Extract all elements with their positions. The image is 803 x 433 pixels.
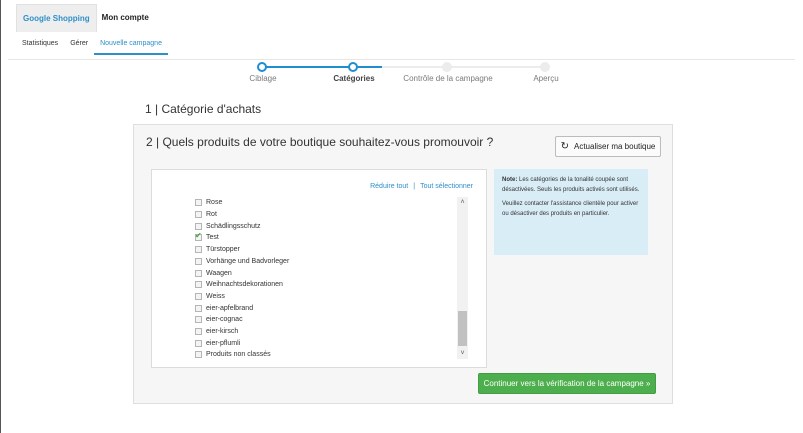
category-label: Vorhänge und Badvorleger <box>206 257 290 265</box>
category-checkbox[interactable] <box>195 281 202 289</box>
list-item[interactable]: eier-apfelbrand <box>195 302 253 314</box>
select-all-link[interactable]: Tout sélectionner <box>420 183 473 190</box>
category-checkbox[interactable] <box>195 339 202 347</box>
list-item[interactable]: Waagen <box>195 267 232 279</box>
refresh-icon: ↻ <box>560 140 569 152</box>
list-item[interactable]: eier-kirsch <box>195 326 238 338</box>
note-lead: Note: <box>502 177 518 183</box>
category-label: Test <box>206 234 219 242</box>
step-connector-1 <box>262 66 382 68</box>
list-item[interactable]: Rose <box>195 197 222 209</box>
section-title-categorie[interactable]: 1 | Catégorie d'achats <box>145 102 261 116</box>
scroll-up-icon[interactable]: ˄ <box>457 197 468 208</box>
list-item[interactable]: Vorhänge und Badvorleger <box>195 256 289 268</box>
note-text-1: Les catégories de la tonalité coupée son… <box>502 177 640 193</box>
step-dot <box>540 62 550 72</box>
category-label: Rose <box>206 199 223 207</box>
category-checkbox[interactable] <box>195 316 202 324</box>
window-edge <box>0 0 1 433</box>
category-label: eier-kirsch <box>206 328 239 336</box>
list-item[interactable]: Rot <box>195 209 217 221</box>
category-checkbox[interactable] <box>195 351 202 359</box>
category-checkbox[interactable] <box>195 269 202 277</box>
category-checkbox[interactable] <box>195 199 202 207</box>
nav-gerer[interactable]: Gérer <box>64 38 94 55</box>
step-dot <box>348 62 358 72</box>
list-item[interactable]: eier-cognac <box>195 314 243 326</box>
list-item[interactable]: Schädlingsschutz <box>195 220 260 232</box>
category-label: Produits non classés <box>206 351 271 359</box>
category-label: eier-cognac <box>206 316 243 324</box>
nav-divider <box>8 59 795 60</box>
products-panel: 2 | Quels produits de votre boutique sou… <box>133 124 673 404</box>
nav-statistiques[interactable]: Statistiques <box>16 38 64 55</box>
category-checkbox[interactable] <box>195 328 202 336</box>
wizard-steps: Ciblage Catégories Contrôle de la campag… <box>206 62 596 88</box>
category-label: Weihnachtsdekorationen <box>206 281 283 289</box>
category-label: Schädlingsschutz <box>206 222 261 230</box>
refresh-shop-button[interactable]: ↻ Actualiser ma boutique <box>555 136 661 157</box>
tab-google-shopping[interactable]: Google Shopping <box>16 4 97 32</box>
step-dot <box>257 62 267 72</box>
note-paragraph-2: Veuillez contacter l'assistance clientèl… <box>502 201 639 217</box>
list-item[interactable]: Produits non classés <box>195 349 271 359</box>
category-checkbox[interactable] <box>195 257 202 265</box>
collapse-all-link[interactable]: Réduire tout <box>370 183 408 190</box>
category-checkbox-checked[interactable] <box>195 231 202 242</box>
category-label: eier-pflumli <box>206 339 241 347</box>
list-item[interactable]: Weiss <box>195 291 225 303</box>
category-list[interactable]: Rose Rot Schädlingsschutz Test Türstoppe… <box>167 197 471 359</box>
category-checkbox[interactable] <box>195 292 202 300</box>
category-checkbox[interactable] <box>195 211 202 219</box>
note-paragraph-1: Note: Les catégories de la tonalité coup… <box>502 176 640 195</box>
category-label: Rot <box>206 211 217 219</box>
category-checkbox[interactable] <box>195 246 202 254</box>
category-checkbox[interactable] <box>195 304 202 312</box>
list-item[interactable]: Weihnachtsdekorationen <box>195 279 283 291</box>
continue-button[interactable]: Continuer vers la vérification de la cam… <box>478 373 656 394</box>
category-label: eier-apfelbrand <box>206 304 254 312</box>
step-label: Aperçu <box>533 74 559 83</box>
nav-nouvelle-campagne[interactable]: Nouvelle campagne <box>94 38 168 55</box>
tab-mon-compte[interactable]: Mon compte <box>97 4 155 32</box>
scroll-thumb[interactable] <box>458 311 467 346</box>
section-title-products: 2 | Quels produits de votre boutique sou… <box>146 135 494 149</box>
category-checkbox[interactable] <box>195 222 202 230</box>
list-item[interactable]: Test <box>195 231 219 244</box>
tree-actions: Réduire tout | Tout sélectionner <box>370 183 473 190</box>
list-item[interactable]: eier-pflumli <box>195 337 240 349</box>
step-dot <box>442 62 452 72</box>
scroll-down-icon[interactable]: ˅ <box>457 348 468 359</box>
top-tabs: Google Shopping Mon compte <box>16 4 155 32</box>
category-label: Türstopper <box>206 246 240 254</box>
list-item[interactable]: Türstopper <box>195 244 240 256</box>
category-label: Waagen <box>206 269 232 277</box>
actions-separator: | <box>413 183 416 190</box>
refresh-shop-label: Actualiser ma boutique <box>574 142 656 151</box>
category-tree-box: Réduire tout | Tout sélectionner Rose Rot … <box>151 169 487 368</box>
sub-nav: Statistiques Gérer Nouvelle campagne <box>16 38 168 55</box>
info-note: Note: Les catégories de la tonalité coup… <box>494 169 648 255</box>
category-label: Weiss <box>206 292 225 300</box>
category-scrollbar[interactable]: ˄ ˅ <box>457 197 468 359</box>
